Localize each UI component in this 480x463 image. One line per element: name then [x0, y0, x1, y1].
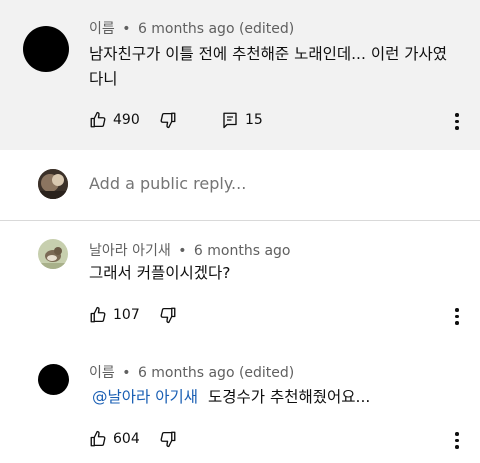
thumbs-up-icon: [89, 306, 107, 324]
reply-count: 15: [245, 112, 263, 128]
like-button[interactable]: 490: [89, 109, 140, 131]
comment-time: 6 months ago: [193, 243, 291, 259]
dislike-button[interactable]: [159, 304, 177, 326]
like-button[interactable]: 107: [89, 304, 140, 326]
replies-button[interactable]: 15: [221, 109, 263, 131]
reply-comment-icon: [221, 111, 239, 129]
comment-author[interactable]: 이름: [89, 21, 115, 37]
comment-actions: 490 15: [89, 109, 469, 131]
more-vert-icon[interactable]: [455, 113, 459, 133]
comment-text-line: 남자친구가 이틀 전에 추천해준 노래인데... 이런 가사였: [89, 45, 448, 63]
comment-author[interactable]: 날아라 아기새: [89, 243, 171, 259]
thumbs-up-icon: [89, 430, 107, 448]
reply-input[interactable]: [89, 174, 449, 193]
comment-text-content: 도경수가 추천해줬어요...: [208, 388, 371, 406]
meta-separator: •: [122, 365, 131, 381]
like-count: 107: [113, 307, 140, 323]
like-count: 604: [113, 431, 140, 447]
reply-composer: [0, 150, 480, 220]
comment-actions: 604: [89, 428, 469, 450]
divider: [0, 220, 480, 221]
thumbs-down-icon: [159, 306, 177, 324]
like-count: 490: [113, 112, 140, 128]
thumbs-up-icon: [89, 111, 107, 129]
comment-time: 6 months ago (edited): [137, 365, 295, 381]
avatar[interactable]: [38, 239, 68, 269]
comment-text-line: 다니: [89, 70, 118, 88]
more-vert-icon[interactable]: [455, 308, 459, 328]
meta-separator: •: [122, 21, 131, 37]
avatar: [38, 169, 68, 199]
like-button[interactable]: 604: [89, 428, 140, 450]
comment-author[interactable]: 이름: [89, 365, 115, 381]
comment-meta: 날아라 아기새 • 6 months ago: [89, 240, 290, 260]
dislike-button[interactable]: [159, 109, 177, 131]
highlighted-comment: 이름 • 6 months ago (edited) 남자친구가 이틀 전에 추…: [0, 0, 480, 150]
comment-time: 6 months ago (edited): [137, 21, 295, 37]
comment-text: 남자친구가 이틀 전에 추천해준 노래인데... 이런 가사였 다니: [89, 42, 447, 92]
mention-link[interactable]: @날아라 아기새: [92, 388, 198, 406]
comment-meta: 이름 • 6 months ago (edited): [89, 18, 294, 38]
reply-comment: 이름 • 6 months ago (edited) @날아라 아기새 도경수가 …: [0, 352, 480, 463]
comments-section: 이름 • 6 months ago (edited) 남자친구가 이틀 전에 추…: [0, 0, 480, 463]
thumbs-down-icon: [159, 430, 177, 448]
comment-text: @날아라 아기새 도경수가 추천해줬어요...: [92, 385, 370, 410]
meta-separator: •: [178, 243, 187, 259]
comment-actions: 107: [89, 304, 469, 326]
thumbs-down-icon: [159, 111, 177, 129]
avatar[interactable]: [38, 364, 69, 395]
dislike-button[interactable]: [159, 428, 177, 450]
more-vert-icon[interactable]: [455, 432, 459, 452]
comment-text: 그래서 커플이시겠다?: [89, 264, 231, 282]
reply-comment: 날아라 아기새 • 6 months ago 그래서 커플이시겠다? 107: [0, 222, 480, 352]
avatar[interactable]: [23, 26, 69, 72]
comment-meta: 이름 • 6 months ago (edited): [89, 362, 294, 382]
